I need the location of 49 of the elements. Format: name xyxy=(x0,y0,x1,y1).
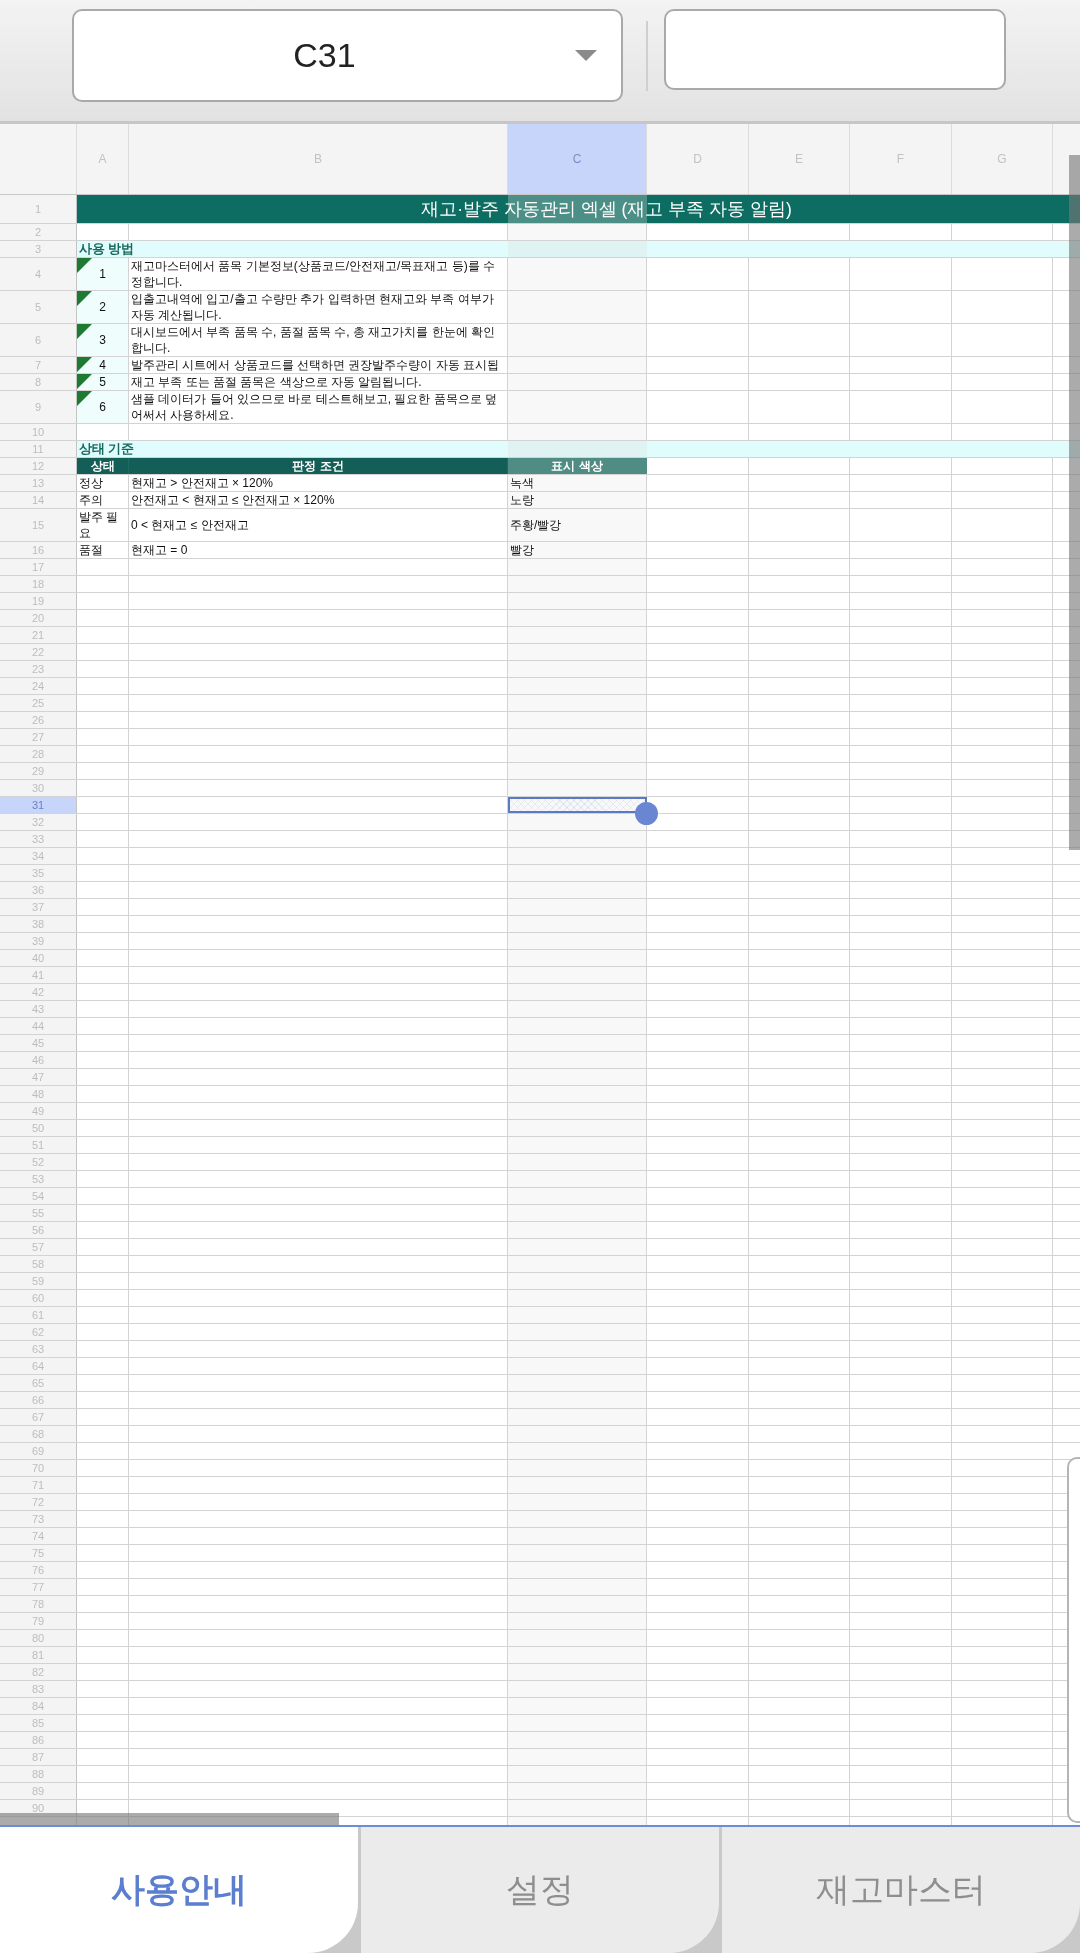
sheet-tab[interactable]: 재고마스터 xyxy=(722,1827,1080,1953)
step-text: 재고 부족 또는 품절 품목은 색상으로 자동 알림됩니다. xyxy=(130,374,423,390)
formula-input-field[interactable] xyxy=(664,9,1006,90)
triangle-marker-icon xyxy=(77,324,92,339)
side-panel-tab[interactable] xyxy=(1067,1457,1080,1823)
triangle-marker-icon xyxy=(77,258,92,273)
step-number: 5 xyxy=(99,374,106,390)
table-header: 표시 색상 xyxy=(508,458,647,474)
table-header: 상태 xyxy=(77,458,129,474)
sheet-title: 재고·발주 자동관리 엑셀 (재고 부족 자동 알림) xyxy=(77,195,1080,223)
triangle-marker-icon xyxy=(77,357,92,372)
step-text: 입출고내역에 입고/출고 수량만 추가 입력하면 현재고와 부족 여부가 자동 계산됩니다. xyxy=(130,291,495,323)
step-text: 대시보드에서 부족 품목 수, 품절 품목 수, 총 재고가치를 한눈에 확인합니다. xyxy=(130,324,496,356)
step-number: 1 xyxy=(99,266,106,282)
table-cell-text: 녹색 xyxy=(509,475,535,491)
table-cell-text: 정상 xyxy=(78,475,104,491)
step-number: 4 xyxy=(99,357,106,373)
selection-handle-icon[interactable] xyxy=(635,802,658,825)
table-cell-text: 노랑 xyxy=(509,492,535,508)
section-heading: 상태 기준 xyxy=(77,441,1080,457)
step-number: 3 xyxy=(99,332,106,348)
step-number: 6 xyxy=(99,399,106,415)
step-number: 2 xyxy=(99,299,106,315)
cell-reference-field[interactable]: C31 xyxy=(72,9,623,102)
row-number[interactable]: 31 xyxy=(0,797,77,813)
table-cell-text: 안전재고 < 현재고 ≤ 안전재고 × 120% xyxy=(130,492,336,508)
vertical-scrollbar[interactable] xyxy=(1069,155,1080,850)
selected-cell[interactable] xyxy=(508,797,647,813)
table-cell-text: 주황/빨강 xyxy=(509,517,563,534)
table-cell-text: 빨강 xyxy=(509,542,535,558)
triangle-marker-icon xyxy=(77,391,92,406)
table-cell-text: 주의 xyxy=(78,492,104,508)
horizontal-scrollbar[interactable] xyxy=(0,1813,339,1825)
triangle-marker-icon xyxy=(77,374,92,389)
step-text: 발주관리 시트에서 상품코드를 선택하면 권장발주수량이 자동 표시됩 xyxy=(130,357,500,373)
sheet-tab[interactable]: 설정 xyxy=(361,1827,719,1953)
table-cell-text: 발주 필요 xyxy=(78,509,120,541)
table-cell-text: 0 < 현재고 ≤ 안전재고 xyxy=(130,517,250,534)
step-text: 샘플 데이터가 들어 있으므로 바로 테스트해보고, 필요한 품목으로 덮어써서 사용하세요. xyxy=(130,391,498,423)
table-cell-text: 품절 xyxy=(78,542,104,558)
table-cell-text: 현재고 = 0 xyxy=(130,542,189,558)
column-header[interactable]: C xyxy=(508,124,647,194)
step-text: 재고마스터에서 품목 기본정보(상품코드/안전재고/목표재고 등)를 수정합니다. xyxy=(130,258,496,290)
section-heading: 사용 방법 xyxy=(77,241,1080,257)
triangle-marker-icon xyxy=(77,291,92,306)
table-header: 판정 조건 xyxy=(129,458,508,474)
sheet-tab[interactable]: 사용안내 xyxy=(0,1827,358,1953)
caret-icon xyxy=(575,50,597,61)
table-cell-text: 현재고 > 안전재고 × 120% xyxy=(130,475,275,491)
